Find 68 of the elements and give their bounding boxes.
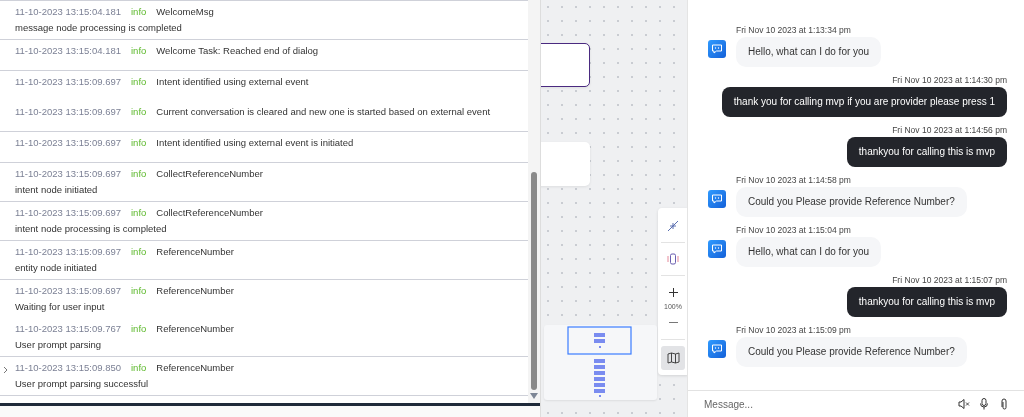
log-source: WelcomeMsg: [156, 6, 214, 17]
log-timestamp: 11-10-2023 13:15:09.767: [15, 323, 121, 334]
message-timestamp: Fri Nov 10 2023 at 1:14:56 pm: [892, 125, 1007, 136]
message-bubble: thank you for calling mvp if you are provider please press 1: [721, 87, 1007, 117]
message-bubble: thankyou for calling this is mvp: [846, 137, 1007, 167]
log-level: info: [131, 76, 147, 87]
log-timestamp: 11-10-2023 13:15:09.697: [15, 137, 121, 148]
message-timestamp: Fri Nov 10 2023 at 1:15:07 pm: [892, 275, 1007, 286]
log-message: User prompt parsing successful: [15, 377, 150, 391]
bot-avatar-icon: [708, 40, 726, 58]
log-source: Intent identified using external event is initiated: [156, 137, 354, 148]
message-bubble: Could you Please provide Reference Number?: [736, 187, 967, 217]
message-timestamp: Fri Nov 10 2023 at 1:15:09 pm: [736, 325, 852, 336]
log-timestamp: 11-10-2023 13:15:04.181: [15, 6, 121, 17]
log-level: info: [131, 362, 147, 373]
log-source: CollectReferenceNumber: [156, 207, 263, 218]
speaker-muted-icon[interactable]: [958, 398, 970, 410]
log-timestamp: 11-10-2023 13:15:09.850: [15, 362, 121, 373]
message-timestamp: Fri Nov 10 2023 at 1:13:34 pm: [736, 25, 852, 36]
paperclip-icon[interactable]: [998, 398, 1010, 410]
log-message: entity node initiated: [15, 261, 98, 275]
log-level: info: [131, 6, 147, 17]
log-level: info: [131, 207, 147, 218]
bot-avatar-icon: [708, 240, 726, 258]
message-timestamp: Fri Nov 10 2023 at 1:15:04 pm: [736, 225, 852, 236]
log-level: info: [131, 137, 147, 148]
bot-avatar-icon: [708, 340, 726, 358]
message-bubble: Hello, what can I do for you: [736, 37, 882, 67]
log-level: info: [131, 168, 147, 179]
log-source: Intent identified using external event: [156, 76, 309, 87]
log-message: intent node processing is completed: [15, 222, 168, 236]
log-timestamp: 11-10-2023 13:15:04.181: [15, 45, 121, 56]
message-timestamp: Fri Nov 10 2023 at 1:14:30 pm: [892, 75, 1007, 86]
log-timestamp: 11-10-2023 13:15:09.697: [15, 285, 121, 296]
log-message: intent node initiated: [15, 183, 99, 197]
flow-node[interactable]: [541, 142, 590, 186]
log-source: Current conversation is cleared and new one is started based on external event: [156, 106, 491, 117]
log-message: User prompt parsing: [15, 338, 103, 352]
log-source: ReferenceNumber: [156, 362, 234, 373]
minimap-toggle-button[interactable]: [661, 345, 685, 370]
microphone-icon[interactable]: [978, 398, 990, 410]
log-source: ReferenceNumber: [156, 323, 234, 334]
log-level: info: [131, 323, 147, 334]
log-message: Waiting for user input: [15, 300, 106, 314]
log-source: CollectReferenceNumber: [156, 168, 263, 179]
log-level: info: [131, 246, 147, 257]
log-timestamp: 11-10-2023 13:15:09.697: [15, 207, 121, 218]
log-timestamp: 11-10-2023 13:15:09.697: [15, 76, 121, 87]
message-bubble: thankyou for calling this is mvp: [846, 287, 1007, 317]
flow-node[interactable]: [541, 43, 590, 87]
log-level: info: [131, 106, 147, 117]
log-timestamp: 11-10-2023 13:15:09.697: [15, 168, 121, 179]
map-icon: [666, 351, 680, 364]
log-level: info: [131, 285, 147, 296]
log-level: info: [131, 45, 147, 56]
log-timestamp: 11-10-2023 13:15:09.697: [15, 106, 121, 117]
log-source: ReferenceNumber: [156, 246, 234, 257]
log-source: Welcome Task: Reached end of dialog: [156, 45, 319, 56]
log-message: message node processing is completed: [15, 21, 183, 35]
bot-avatar-icon: [708, 190, 726, 208]
message-timestamp: Fri Nov 10 2023 at 1:14:58 pm: [736, 175, 852, 186]
message-bubble: Hello, what can I do for you: [736, 237, 882, 267]
log-timestamp: 11-10-2023 13:15:09.697: [15, 246, 121, 257]
scrollbar-thumb[interactable]: [531, 172, 537, 390]
message-bubble: Could you Please provide Reference Number?: [736, 337, 967, 367]
scroll-down-icon[interactable]: [530, 393, 538, 399]
log-source: ReferenceNumber: [156, 285, 234, 296]
expand-chevron-icon[interactable]: [3, 366, 9, 374]
